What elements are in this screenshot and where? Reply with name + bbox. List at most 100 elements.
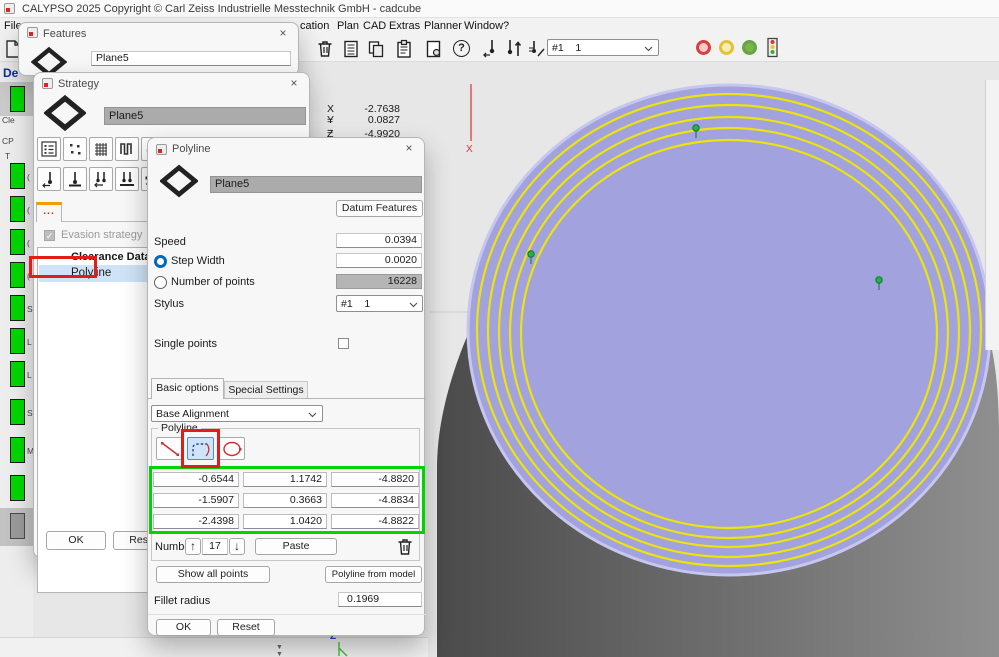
strategy-grid-button[interactable] <box>89 137 113 161</box>
status-box-green <box>10 361 25 387</box>
number-of-points-radio[interactable] <box>154 276 167 289</box>
polyline-ok-button[interactable]: OK <box>156 619 211 636</box>
close-icon[interactable]: × <box>287 76 301 90</box>
clipboard-icon[interactable] <box>394 39 414 59</box>
strategy-tab-more[interactable]: ... <box>36 202 62 222</box>
menu-cad[interactable]: CAD <box>363 20 386 32</box>
datum-features-button[interactable]: Datum Features <box>336 200 423 217</box>
probe-single-point-icon[interactable] <box>481 38 501 58</box>
paste-button[interactable]: Paste <box>255 538 337 555</box>
strategy-grid-list-button[interactable] <box>37 137 61 161</box>
status-box-green <box>10 328 25 354</box>
scroll-down-icon[interactable]: ▼ <box>276 644 283 651</box>
segment-type-line-button[interactable] <box>156 437 183 460</box>
chevron-down-icon <box>308 412 317 418</box>
feature-row[interactable]: ( <box>0 163 33 193</box>
feature-name-input[interactable]: Plane5 <box>91 51 291 66</box>
traffic-light-icon[interactable] <box>765 37 781 59</box>
menu-cation[interactable]: cation <box>300 20 329 32</box>
annotation-curve-button <box>181 429 220 468</box>
probe-approach-down-button[interactable] <box>63 167 87 191</box>
strategy-ok-button[interactable]: OK <box>46 531 106 550</box>
annotation-polyline-item <box>29 256 97 278</box>
status-box-green <box>10 295 25 321</box>
row-label: ( <box>27 205 30 215</box>
row-label: L <box>27 337 32 347</box>
help-icon[interactable]: ? <box>453 40 470 57</box>
number-up-button[interactable]: ↑ <box>185 538 201 555</box>
close-icon[interactable]: × <box>276 26 290 40</box>
menu-window[interactable]: Window <box>464 20 503 32</box>
segment-type-circle-button[interactable] <box>218 437 245 460</box>
single-points-label: Single points <box>154 338 217 350</box>
fillet-radius-input[interactable]: 0.1969 <box>338 592 422 607</box>
menu-extras[interactable]: Extras <box>389 20 420 32</box>
list-view-icon[interactable] <box>341 39 361 59</box>
feature-row[interactable] <box>0 475 33 505</box>
strategy-points-button[interactable] <box>63 137 87 161</box>
feature-row[interactable]: ( <box>0 229 33 259</box>
strategy-dialog-title: Strategy <box>58 78 99 90</box>
window-title: CALYPSO 2025 Copyright © Carl Zeiss Indu… <box>22 3 421 15</box>
menu-plan[interactable]: Plan <box>337 20 359 32</box>
number-input[interactable]: 17 <box>202 538 228 555</box>
status-green-icon[interactable] <box>742 40 757 55</box>
feature-row[interactable]: L <box>0 328 33 358</box>
feature-row[interactable]: L <box>0 361 33 391</box>
probe-up-down-icon[interactable] <box>504 38 524 58</box>
status-box-green <box>10 229 25 255</box>
delete-icon[interactable] <box>315 39 335 59</box>
status-box-green <box>10 196 25 222</box>
features-dialog: Features × Plane5 <box>18 22 299 76</box>
single-points-checkbox[interactable] <box>338 338 349 349</box>
features-dialog-title: Features <box>43 28 86 40</box>
sidebar-selected-row[interactable] <box>0 82 33 116</box>
base-alignment-value: Base Alignment <box>156 408 229 420</box>
close-icon[interactable]: × <box>402 141 416 155</box>
evasion-strategy-checkbox[interactable]: ✓ <box>44 230 55 241</box>
probe-double-down-button[interactable] <box>115 167 139 191</box>
tab-basic-options[interactable]: Basic options <box>151 378 224 399</box>
stylus-select[interactable]: #1 1 <box>336 295 423 312</box>
delete-points-icon[interactable] <box>395 537 415 557</box>
feature-row[interactable]: M <box>0 437 33 467</box>
number-down-button[interactable]: ↓ <box>229 538 245 555</box>
menu-help[interactable]: ? <box>503 20 509 32</box>
polyline-reset-button[interactable]: Reset <box>217 619 275 636</box>
certified-document-icon[interactable] <box>424 39 444 59</box>
chevron-down-icon <box>644 46 653 52</box>
probe-double-left-button[interactable] <box>89 167 113 191</box>
strategy-meander-button[interactable] <box>115 137 139 161</box>
probe-approach-left-button[interactable] <box>37 167 61 191</box>
row-label: S <box>27 408 33 418</box>
probe-change-icon[interactable] <box>526 38 546 58</box>
status-box-green <box>10 475 25 501</box>
speed-input[interactable]: 0.0394 <box>336 233 422 248</box>
feature-name-display: Plane5 <box>210 176 422 193</box>
status-box-green <box>10 262 25 288</box>
step-width-radio[interactable] <box>154 255 167 268</box>
fillet-radius-label: Fillet radius <box>154 595 210 607</box>
scroll-down-icon[interactable]: ▼ <box>276 651 283 657</box>
show-all-points-button[interactable]: Show all points <box>156 566 270 583</box>
sidebar-header: De <box>3 66 18 80</box>
tab-special-settings[interactable]: Special Settings <box>224 381 308 399</box>
title-bar: CALYPSO 2025 Copyright © Carl Zeiss Indu… <box>0 0 999 18</box>
status-red-icon[interactable] <box>696 40 711 55</box>
y-axis-arrow-icon <box>335 642 351 657</box>
feature-row[interactable]: S <box>0 399 33 429</box>
base-alignment-select[interactable]: Base Alignment <box>151 405 323 422</box>
feature-row[interactable]: S <box>0 295 33 325</box>
menu-planner[interactable]: Planner <box>424 20 462 32</box>
calypso-window: X X = -2.7638 Y = 0.0827 Z = -4.9920 ▼ ▼… <box>0 0 999 657</box>
feature-row-inactive[interactable] <box>0 508 33 546</box>
zeiss-logo-icon <box>4 3 15 14</box>
step-width-input[interactable]: 0.0020 <box>336 253 422 268</box>
status-yellow-icon[interactable] <box>719 40 734 55</box>
right-side-toolbar <box>985 80 999 350</box>
copy-icon[interactable] <box>366 39 386 59</box>
feature-row[interactable]: ( <box>0 196 33 226</box>
polyline-from-model-button[interactable]: Polyline from model <box>325 566 422 583</box>
cylinder-top-face <box>468 85 990 575</box>
stylus-selector[interactable]: #1 1 <box>547 39 659 56</box>
